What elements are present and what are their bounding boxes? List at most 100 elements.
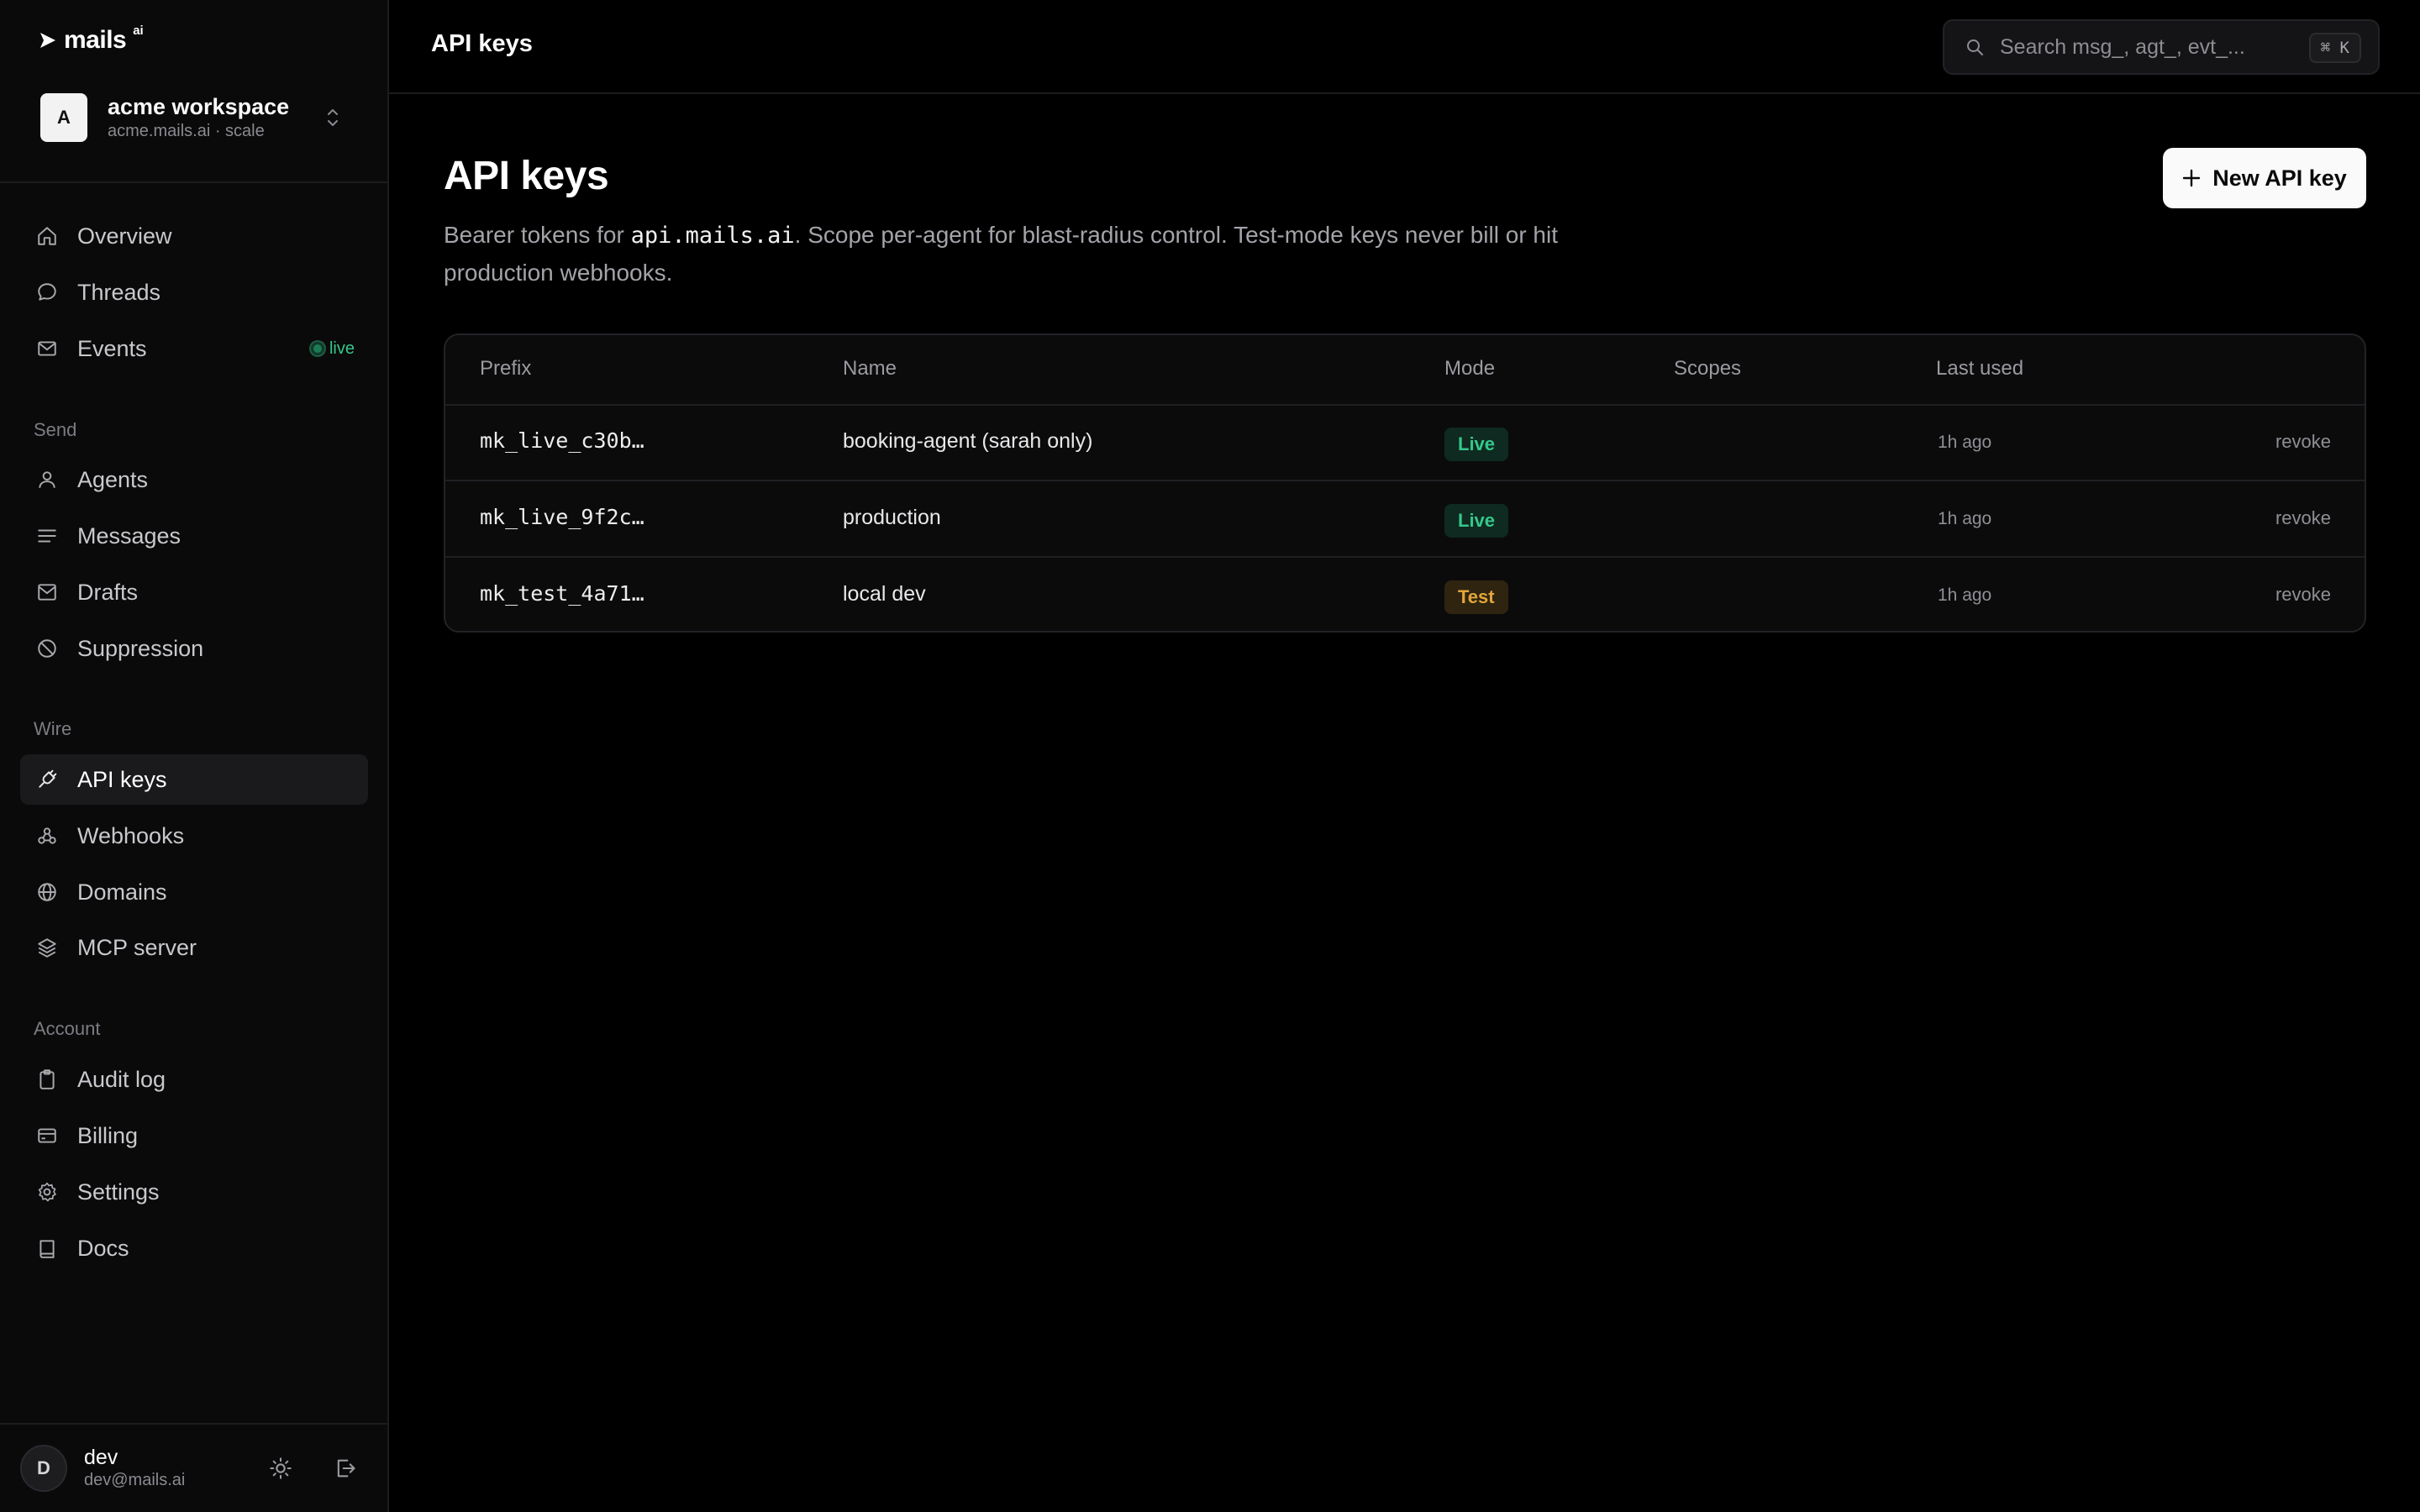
sidebar-item-label: MCP server <box>77 934 197 960</box>
mode-badge: Test <box>1444 580 1508 614</box>
section-label-send: Send <box>34 419 77 440</box>
sidebar-item-events[interactable]: Events live <box>20 323 368 374</box>
sidebar-item-label: Events <box>77 335 147 361</box>
sidebar-item-label: Messages <box>77 522 182 549</box>
sidebar-item-billing[interactable]: Billing <box>20 1110 368 1161</box>
key-last-used: 1h ago <box>1938 509 1992 528</box>
user-icon <box>35 468 59 491</box>
layers-icon <box>35 936 59 959</box>
sidebar-item-label: API keys <box>77 766 167 792</box>
mode-badge: Live <box>1444 428 1509 461</box>
column-header-last-used: Last used <box>1936 357 2024 380</box>
new-api-key-label: New API key <box>2212 165 2347 191</box>
sidebar-item-api-keys[interactable]: API keys <box>20 754 368 805</box>
sidebar-item-webhooks[interactable]: Webhooks <box>20 811 368 861</box>
topbar: API keys ⌘ K <box>389 0 2420 94</box>
section-label-account: Account <box>34 1018 101 1039</box>
logout-button[interactable] <box>329 1452 362 1485</box>
ban-icon <box>35 637 59 660</box>
logo-text: mails <box>64 26 127 54</box>
revoke-link[interactable]: revoke <box>2275 584 2331 606</box>
key-name: booking-agent (sarah only) <box>843 429 1093 453</box>
key-prefix: mk_live_c30b… <box>480 428 644 453</box>
sidebar-item-label: Billing <box>77 1122 139 1148</box>
topbar-title: API keys <box>431 30 533 57</box>
sidebar: mails ai A acme workspace acme.mails.ai … <box>0 0 389 1512</box>
section-label-wire: Wire <box>34 718 72 739</box>
logo-chevron-icon <box>40 33 55 48</box>
table-header: Prefix Name Mode Scopes Last used <box>445 335 2365 406</box>
workspace-name: acme workspace <box>108 94 290 119</box>
api-keys-table: Prefix Name Mode Scopes Last used mk_liv… <box>444 333 2366 633</box>
sidebar-item-label: Threads <box>77 279 161 305</box>
chat-icon <box>35 281 59 304</box>
sidebar-item-overview[interactable]: Overview <box>20 211 368 261</box>
new-api-key-button[interactable]: New API key <box>2163 148 2366 208</box>
sidebar-item-label: Domains <box>77 879 167 905</box>
sidebar-item-messages[interactable]: Messages <box>20 511 368 561</box>
user-avatar[interactable]: D <box>20 1445 67 1492</box>
globe-icon <box>35 880 59 904</box>
search-box[interactable]: ⌘ K <box>1943 19 2380 75</box>
search-input[interactable] <box>2000 34 2302 60</box>
card-icon <box>35 1124 59 1147</box>
sun-icon <box>270 1457 292 1479</box>
plus-icon <box>2183 169 2201 187</box>
sidebar-item-agents[interactable]: Agents <box>20 454 368 505</box>
logo-superscript: ai <box>133 23 144 38</box>
sidebar-item-docs[interactable]: Docs <box>20 1223 368 1273</box>
sidebar-item-label: Audit log <box>77 1066 166 1092</box>
api-host-code: api.mails.ai <box>630 223 795 249</box>
draft-mail-icon <box>35 580 59 604</box>
user-profile: D dev dev@mails.ai <box>0 1423 389 1512</box>
desc-text-before: Bearer tokens for <box>444 222 631 248</box>
logout-icon <box>337 1459 355 1478</box>
book-icon <box>35 1236 59 1260</box>
logo[interactable]: mails ai <box>39 23 144 55</box>
key-last-used: 1h ago <box>1938 433 1992 452</box>
sidebar-item-domains[interactable]: Domains <box>20 867 368 917</box>
revoke-link[interactable]: revoke <box>2275 431 2331 453</box>
sidebar-item-label: Webhooks <box>77 822 185 848</box>
live-badge-label: live <box>329 339 355 358</box>
column-header-name: Name <box>843 357 897 380</box>
key-name: production <box>843 506 941 529</box>
gear-icon <box>35 1180 59 1204</box>
sidebar-item-threads[interactable]: Threads <box>20 267 368 318</box>
mode-badge: Live <box>1444 504 1509 538</box>
lines-icon <box>35 524 59 548</box>
key-name: local dev <box>843 582 926 606</box>
home-icon <box>35 224 59 248</box>
theme-toggle-button[interactable] <box>264 1452 297 1485</box>
sidebar-item-settings[interactable]: Settings <box>20 1167 368 1217</box>
live-dot-icon <box>310 342 324 355</box>
key-prefix: mk_live_9f2c… <box>480 505 644 529</box>
main-content: API keys ⌘ K API keys Bearer tokens for … <box>389 0 2420 1512</box>
clipboard-icon <box>35 1068 59 1091</box>
sidebar-divider <box>0 181 389 183</box>
sidebar-item-label: Docs <box>77 1235 129 1261</box>
mail-icon <box>35 337 59 360</box>
sidebar-item-label: Drafts <box>77 579 139 605</box>
sidebar-item-label: Overview <box>77 223 172 249</box>
table-row: mk_live_c30b… booking-agent (sarah only)… <box>445 406 2365 481</box>
page-title: API keys <box>444 154 609 198</box>
table-row: mk_test_4a71… local dev Test 1h ago revo… <box>445 559 2365 631</box>
chevron-up-down-icon <box>328 109 338 126</box>
sidebar-item-suppression[interactable]: Suppression <box>20 623 368 674</box>
key-prefix: mk_test_4a71… <box>480 581 644 606</box>
plug-icon <box>35 768 59 791</box>
sidebar-item-label: Agents <box>77 466 149 492</box>
sidebar-item-label: Suppression <box>77 635 204 661</box>
user-name: dev <box>84 1446 118 1469</box>
sidebar-item-label: Settings <box>77 1179 160 1205</box>
column-header-prefix: Prefix <box>480 357 532 380</box>
page-description: Bearer tokens for api.mails.ai. Scope pe… <box>444 217 1561 291</box>
revoke-link[interactable]: revoke <box>2275 507 2331 529</box>
live-status-badge: live <box>310 339 355 359</box>
sidebar-item-drafts[interactable]: Drafts <box>20 567 368 617</box>
column-header-mode: Mode <box>1444 357 1496 380</box>
sidebar-item-audit-log[interactable]: Audit log <box>20 1054 368 1105</box>
workspace-switcher[interactable]: A acme workspace acme.mails.ai · scale <box>40 91 351 144</box>
sidebar-item-mcp-server[interactable]: MCP server <box>20 922 368 973</box>
